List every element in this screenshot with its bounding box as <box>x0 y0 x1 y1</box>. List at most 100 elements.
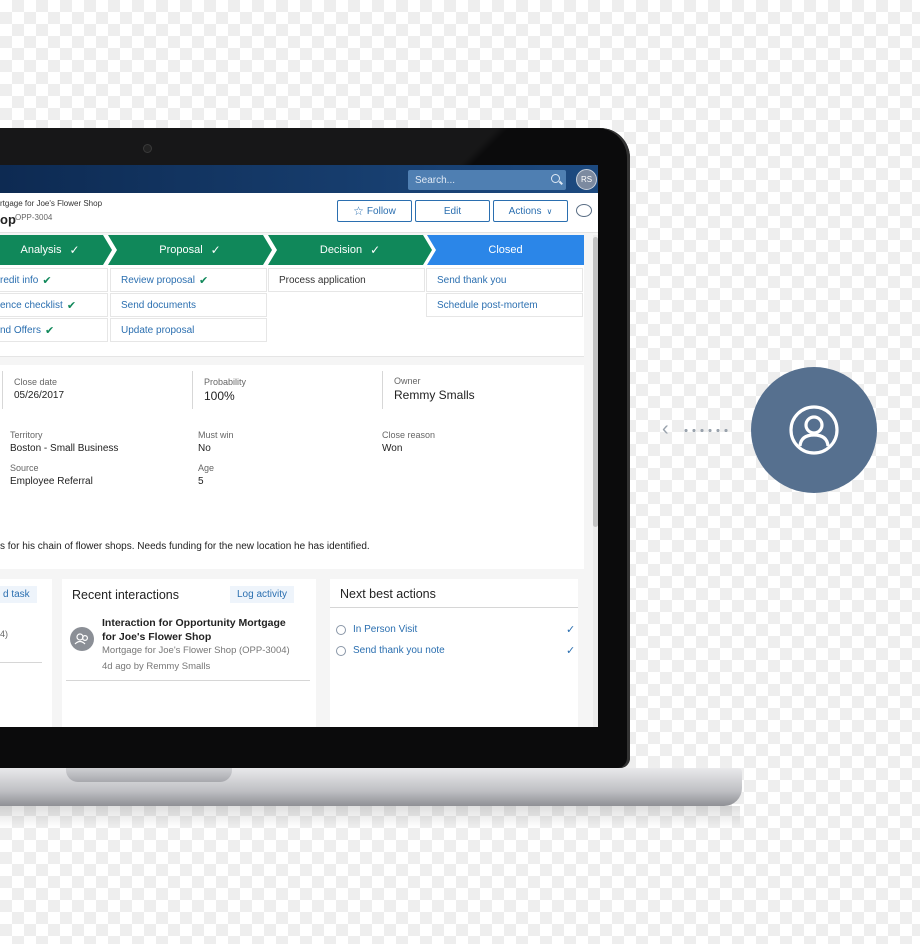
stage-label: Decision <box>319 244 363 256</box>
record-header: rtgage for Joe's Flower Shop op OPP-3004… <box>0 193 598 233</box>
check-icon: ✔ <box>42 274 52 287</box>
check-icon: ✔ <box>66 299 77 312</box>
info-icon <box>336 624 346 635</box>
check-icon[interactable]: ✓ <box>566 644 575 657</box>
task-label: Send thank you <box>437 274 507 286</box>
stage-closed[interactable]: Closed <box>427 235 584 265</box>
actions-button[interactable]: Actions ∨ <box>493 200 568 222</box>
search-input[interactable] <box>415 174 543 186</box>
page-title: op <box>0 212 16 227</box>
field-label: Probability <box>204 377 247 387</box>
stage-label: Closed <box>488 244 523 256</box>
actions-label: Actions <box>508 205 542 217</box>
app-topbar: RS <box>0 165 598 193</box>
interaction-avatar <box>70 627 94 651</box>
star-icon: ☆ <box>353 204 364 218</box>
task-item[interactable]: Send thank you <box>426 268 583 292</box>
follow-button[interactable]: ☆ Follow <box>337 200 412 222</box>
field-value: No <box>198 443 211 454</box>
edit-button[interactable]: Edit <box>415 200 490 222</box>
chevron-down-icon: ∨ <box>546 206 553 216</box>
probability-field: Probability 100% <box>204 377 246 403</box>
divider <box>192 371 193 409</box>
field-label: Territory <box>10 430 43 440</box>
field-label: Must win <box>198 430 234 440</box>
laptop-shadow <box>0 806 740 828</box>
task-item[interactable]: Update proposal <box>110 318 267 342</box>
nba-label: In Person Visit <box>353 624 418 635</box>
divider <box>2 371 3 409</box>
stage-label: Analysis <box>20 244 62 256</box>
task-label: Process application <box>279 274 366 286</box>
task-item[interactable]: Send documents <box>110 293 267 317</box>
interaction-subtitle: Mortgage for Joe's Flower Shop (OPP-3004… <box>102 645 290 656</box>
task-fragment: 4) <box>0 629 9 639</box>
close-date-field: Close date 05/26/2017 <box>14 377 64 401</box>
log-activity-button[interactable]: Log activity <box>230 586 295 603</box>
task-item[interactable]: ence checklist ✔ <box>0 293 108 317</box>
follow-label: Follow <box>366 205 396 217</box>
webcam-icon <box>143 144 152 153</box>
task-label: Update proposal <box>121 324 195 336</box>
field-value: Won <box>382 443 403 454</box>
arrow-left-icon: ‹ <box>662 418 669 440</box>
chat-icon[interactable] <box>576 204 592 217</box>
card-title: Recent interactions <box>72 588 180 602</box>
nba-item-send-thank-you-note[interactable]: Send thank you note <box>336 645 445 656</box>
add-task-button[interactable]: d task <box>0 586 37 603</box>
task-item[interactable]: nd Offers ✔ <box>0 318 108 342</box>
breadcrumb[interactable]: rtgage for Joe's Flower Shop <box>0 199 102 208</box>
must-win-field: Must win No <box>198 430 234 454</box>
user-avatar[interactable]: RS <box>576 169 597 190</box>
stage-label: Proposal <box>159 244 203 256</box>
territory-field: Territory Boston - Small Business <box>10 430 118 454</box>
check-icon[interactable]: ✓ <box>566 623 575 636</box>
divider <box>330 607 578 608</box>
check-icon: ✓ <box>69 243 80 257</box>
field-value: 05/26/2017 <box>14 390 65 401</box>
stage-analysis[interactable]: Analysis ✓ <box>0 235 112 265</box>
field-label: Close reason <box>382 430 436 440</box>
task-label: ence checklist <box>0 299 63 311</box>
stages-panel: Analysis ✓ Proposal ✓ Decision ✓ Closed red… <box>0 235 584 357</box>
user-badge <box>751 367 877 493</box>
field-label: Age <box>198 463 215 473</box>
field-value: Employee Referral <box>10 476 93 487</box>
tasks-card: d task 4) <box>0 579 52 727</box>
user-icon <box>789 405 839 455</box>
check-icon: ✔ <box>198 274 209 287</box>
scrollbar-thumb[interactable] <box>593 237 598 527</box>
app-screen: RS rtgage for Joe's Flower Shop op OPP-3… <box>0 165 598 727</box>
field-label: Close date <box>14 377 58 387</box>
interaction-meta: 4d ago by Remmy Smalls <box>102 661 211 672</box>
divider <box>0 662 42 663</box>
divider <box>66 680 310 681</box>
owner-field: Owner Remmy Smalls <box>394 376 475 402</box>
task-item[interactable]: Schedule post-mortem <box>426 293 583 317</box>
recent-interactions-card: Recent interactions Log activity Interac… <box>62 579 316 727</box>
task-label: Send documents <box>121 299 197 311</box>
stage-decision[interactable]: Decision ✓ <box>268 235 432 265</box>
laptop-notch <box>66 768 232 782</box>
info-icon <box>336 645 346 656</box>
dotted-connector <box>682 429 732 432</box>
field-label: Owner <box>394 376 421 386</box>
details-panel: Close date 05/26/2017 Probability 100% O… <box>0 365 584 569</box>
stage-proposal[interactable]: Proposal ✓ <box>108 235 272 265</box>
task-item[interactable]: redit info ✔ <box>0 268 108 292</box>
interaction-title[interactable]: Interaction for Opportunity Mortgage for… <box>102 616 302 644</box>
check-icon: ✓ <box>370 243 381 257</box>
task-item[interactable]: Review proposal ✔ <box>110 268 267 292</box>
edit-label: Edit <box>443 205 462 217</box>
opportunity-description: s for his chain of flower shops. Needs f… <box>0 541 370 552</box>
search-icon[interactable] <box>551 174 560 183</box>
check-icon: ✓ <box>210 243 221 257</box>
nba-item-in-person-visit[interactable]: In Person Visit <box>336 624 417 635</box>
search-box[interactable] <box>408 170 566 190</box>
task-label: redit info <box>0 274 39 286</box>
field-value: Remmy Smalls <box>394 388 475 402</box>
opportunity-id: OPP-3004 <box>15 213 53 222</box>
next-best-actions-card: Next best actions In Person Visit ✓ Send… <box>330 579 578 727</box>
task-item[interactable]: Process application <box>268 268 425 292</box>
check-icon: ✔ <box>44 324 55 337</box>
